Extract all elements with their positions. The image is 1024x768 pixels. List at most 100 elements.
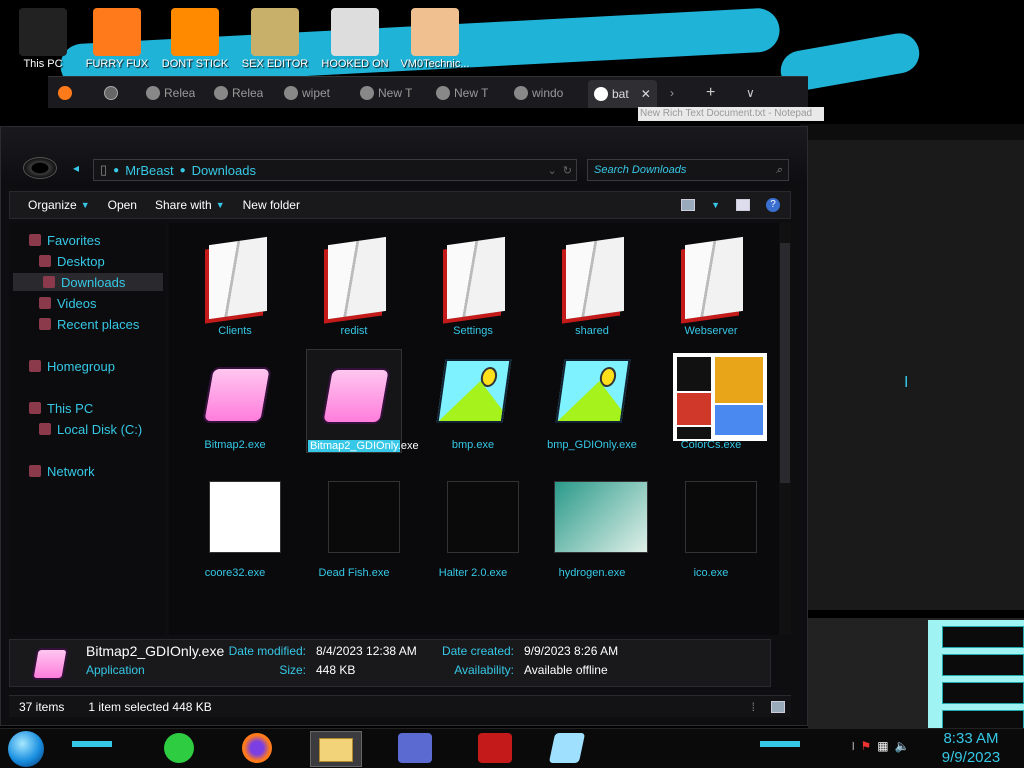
browser-tab[interactable]: New T [360, 82, 412, 104]
sidebar-item[interactable]: Desktop [39, 252, 105, 270]
notes-app-icon[interactable] [164, 733, 194, 763]
large-icons-view-icon[interactable] [771, 700, 785, 713]
firefox-menu-icon[interactable] [58, 82, 72, 104]
sidebar-item[interactable]: Favorites [29, 231, 100, 249]
back-forward-orb-icon[interactable] [23, 157, 57, 179]
file-thumbnail [435, 477, 519, 563]
file-item[interactable]: Clients [187, 235, 283, 337]
clock-time: 8:33 AM [943, 730, 999, 747]
globe-icon[interactable] [104, 82, 118, 104]
vertical-scrollbar[interactable] [779, 223, 791, 635]
organize-button[interactable]: Organize ▼ [28, 198, 90, 212]
size-value: 448 KB [316, 663, 356, 677]
file-item[interactable]: shared [544, 235, 640, 337]
breadcrumb-separator-icon[interactable]: ● [180, 165, 186, 176]
sidebar-item[interactable]: Local Disk (C:) [39, 420, 142, 438]
preview-pane-icon[interactable] [736, 199, 750, 211]
desktop-icon[interactable]: HOOKED ON [312, 2, 398, 70]
file-item[interactable]: coore32.exe [187, 477, 283, 579]
file-item[interactable]: Halter 2.0.exe [425, 477, 521, 579]
file-name: bmp_GDIOnly.exe [547, 439, 637, 451]
details-file-name: Bitmap2_GDIOnly.exe [86, 643, 225, 659]
card-app-icon[interactable] [398, 733, 432, 763]
file-item[interactable]: redist [306, 235, 402, 337]
sidebar-item[interactable]: This PC [29, 399, 93, 417]
help-icon[interactable]: ? [766, 198, 780, 212]
browser-tab[interactable]: windo [514, 82, 563, 104]
folder-icon [209, 236, 267, 320]
breadcrumb-mrbeast[interactable]: MrBeast [125, 163, 173, 178]
recent-locations-icon[interactable]: ◂ [73, 161, 79, 175]
file-item[interactable]: bmp.exe [425, 349, 521, 451]
browser-tab[interactable]: bat ✕ [588, 80, 657, 108]
address-dropdown-refresh-icon[interactable]: ⌄ ↻ [547, 164, 572, 177]
file-item[interactable]: bmp_GDIOnly.exe [544, 349, 640, 451]
view-options-icon[interactable] [681, 199, 696, 211]
picture-icon [436, 359, 512, 423]
file-item[interactable]: Bitmap2.exe [187, 349, 283, 451]
breadcrumb-separator-icon[interactable]: ● [113, 165, 119, 176]
desktop-icon[interactable]: VM0Technic... [392, 2, 478, 70]
desktop-icon[interactable]: SEX EDITOR [232, 2, 318, 70]
start-button[interactable] [8, 731, 44, 767]
pink-tray-icon [321, 368, 391, 424]
sidebar-item-label: Desktop [57, 253, 105, 269]
desktop-icon[interactable]: DONT STICK [152, 2, 238, 70]
sidebar-item[interactable]: Videos [39, 294, 97, 312]
file-item[interactable]: hydrogen.exe [544, 477, 648, 579]
details-view-icon[interactable]: ⁞ [752, 700, 755, 714]
sidebar-item[interactable]: Homegroup [29, 357, 115, 375]
system-clock[interactable]: 8:33 AM 9/9/2023 [940, 729, 1002, 767]
new-folder-button[interactable]: New folder [243, 198, 300, 212]
browser-tab[interactable]: New T [436, 82, 488, 104]
folder-icon [566, 236, 624, 320]
browser-tab[interactable]: Relea [214, 82, 263, 104]
wipe-icon [284, 86, 298, 100]
scroll-tabs-right-icon[interactable]: › [670, 82, 674, 104]
red-app-icon[interactable] [478, 733, 512, 763]
sidebar-item[interactable]: Network [29, 462, 95, 480]
flag-icon[interactable]: ⚑ [861, 739, 872, 754]
nav-item-icon [43, 276, 55, 288]
browser-tab-label: Relea [232, 86, 264, 100]
file-item[interactable]: Bitmap2_GDIOnly.exe [306, 349, 419, 453]
desktop-icon-label: SEX EDITOR [241, 58, 309, 70]
close-tab-icon[interactable]: ✕ [641, 87, 651, 101]
notepad-icon[interactable] [548, 733, 586, 763]
address-bar[interactable]: ▯ ● MrBeast ● Downloads ⌄ ↻ [93, 159, 577, 181]
scrollbar-thumb[interactable] [780, 243, 790, 483]
file-item[interactable]: ColorCs.exe [663, 349, 767, 451]
firefox-icon[interactable] [242, 733, 272, 763]
computer-icon [19, 8, 67, 56]
firefox-icon [93, 8, 141, 56]
share-with-button[interactable]: Share with ▼ [155, 198, 225, 212]
chevron-down-icon[interactable]: ▼ [711, 200, 720, 210]
file-item[interactable]: Webserver [663, 235, 759, 337]
folder-icon: ▯ [100, 162, 108, 177]
show-desktop-icon[interactable]: ⧘ [852, 739, 855, 754]
search-icon[interactable]: ⌕ [776, 164, 782, 177]
sidebar-item[interactable]: Downloads [13, 273, 163, 291]
doctor-icon [411, 8, 459, 56]
new-tab-button[interactable]: + [706, 82, 715, 104]
file-explorer-taskbar-button[interactable] [310, 731, 362, 767]
anime-icon [209, 481, 281, 553]
file-item[interactable]: Dead Fish.exe [306, 477, 402, 579]
browser-tab-label: bat [612, 87, 629, 101]
sidebar-item[interactable]: Recent places [39, 315, 139, 333]
date-created-label: Date created: [441, 644, 514, 658]
network-icon[interactable]: ▦ [877, 739, 888, 754]
back-icon [146, 86, 160, 100]
browser-tab[interactable]: Relea [146, 82, 195, 104]
browser-tab[interactable]: wipet [284, 82, 330, 104]
google-icon [594, 87, 608, 101]
tab-list-button[interactable]: ∨ [746, 82, 755, 104]
file-item[interactable]: Settings [425, 235, 521, 337]
nav-item-icon [39, 318, 51, 330]
open-button[interactable]: Open [108, 198, 137, 212]
desktop-icon[interactable]: FURRY FUX [74, 2, 160, 70]
breadcrumb-downloads[interactable]: Downloads [192, 163, 256, 178]
volume-icon[interactable]: 🔈 [895, 739, 910, 754]
file-item[interactable]: ico.exe [663, 477, 759, 579]
search-input[interactable]: Search Downloads ⌕ [587, 159, 789, 181]
